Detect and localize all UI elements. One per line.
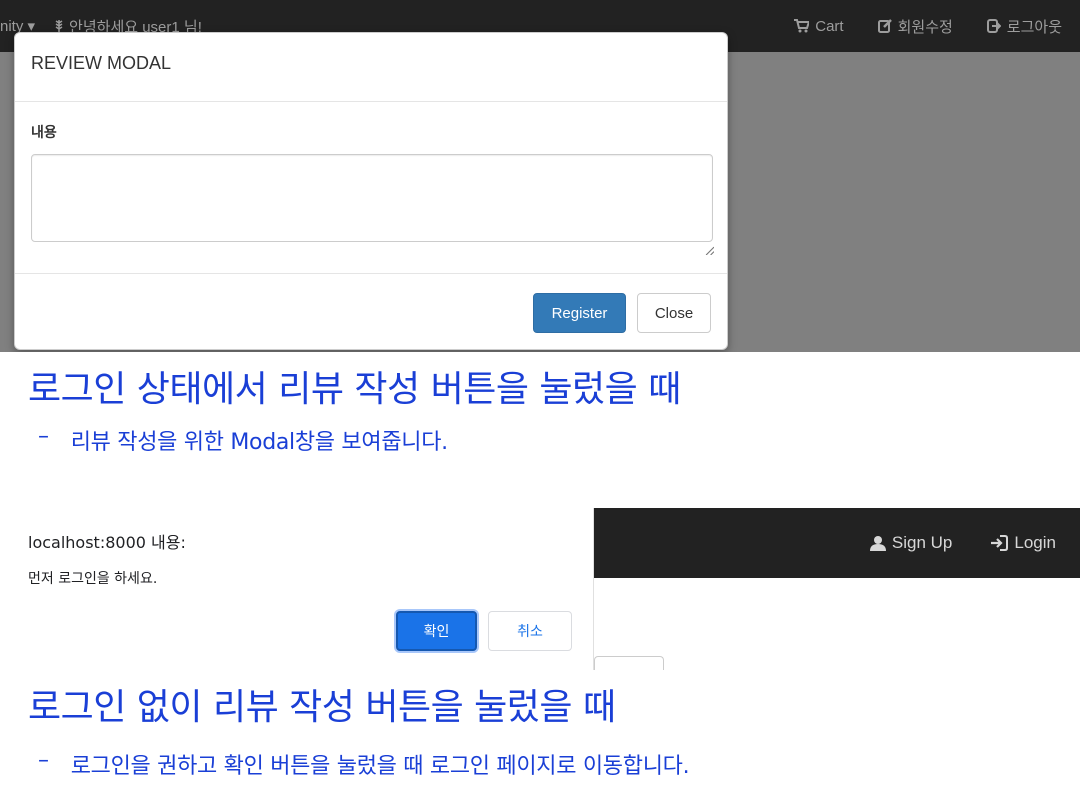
modal-header: REVIEW MODAL <box>15 33 727 102</box>
grain-icon <box>55 20 63 32</box>
nav-cart-label: Cart <box>815 17 844 35</box>
modal-title: REVIEW MODAL <box>31 53 172 73</box>
logged-in-review-screenshot: nity ▾ 안녕하세요 user1 님! Cart 회원수정 로그아웃 REV… <box>0 0 1080 352</box>
caption2-bullet: – <box>38 748 49 773</box>
user-icon <box>869 536 886 551</box>
nav-logout-label: 로그아웃 <box>1006 18 1062 36</box>
confirm-cancel-button[interactable]: 취소 <box>488 611 572 651</box>
review-content-textarea[interactable] <box>31 154 713 242</box>
nav-cart[interactable]: Cart <box>794 17 844 35</box>
review-modal: REVIEW MODAL 내용 Register Close <box>14 32 728 350</box>
content-label: 내용 <box>31 125 57 141</box>
caption2-description: – 로그인을 권하고 확인 버튼을 눌렀을 때 로그인 페이지로 이동합니다. <box>38 748 690 780</box>
nav-logout[interactable]: 로그아웃 <box>986 16 1062 37</box>
nav-login[interactable]: Login <box>990 533 1056 553</box>
dialog-message: 먼저 로그인을 하세요. <box>28 571 158 587</box>
edit-icon <box>877 19 892 33</box>
dialog-origin: localhost:8000 내용: <box>28 533 186 552</box>
nav-signup[interactable]: Sign Up <box>869 533 953 553</box>
nav-login-label: Login <box>1014 533 1056 552</box>
browser-confirm-dialog: localhost:8000 내용: 먼저 로그인을 하세요. 확인 취소 <box>0 508 594 670</box>
top-navbar: Sign Up Login <box>594 508 1080 578</box>
nav-edit-member-label: 회원수정 <box>897 18 953 36</box>
resize-handle-icon[interactable] <box>705 246 714 255</box>
navbar-right: Cart 회원수정 로그아웃 <box>794 0 1062 52</box>
caption2-title: 로그인 없이 리뷰 작성 버튼을 눌렀을 때 <box>28 687 616 728</box>
cart-icon <box>794 19 810 33</box>
register-button[interactable]: Register <box>533 293 626 333</box>
confirm-ok-button[interactable]: 확인 <box>396 611 477 651</box>
logout-icon <box>986 19 1001 33</box>
login-icon <box>991 535 1009 551</box>
nav-edit-member[interactable]: 회원수정 <box>877 16 953 37</box>
navbar-right: Sign Up Login <box>869 508 1056 578</box>
nav-signup-label: Sign Up <box>891 533 953 552</box>
caption2-text: 로그인을 권하고 확인 버튼을 눌렀을 때 로그인 페이지로 이동합니다. <box>70 754 690 779</box>
close-button[interactable]: Close <box>637 293 711 333</box>
modal-footer: Register Close <box>15 274 727 351</box>
logged-out-review-screenshot: Sign Up Login localhost:8000 내용: 먼저 로그인을… <box>0 508 1080 670</box>
page-input-edge <box>594 656 664 670</box>
caption1-bullet: – <box>38 424 49 449</box>
modal-body: 내용 <box>15 102 727 274</box>
caption1-text: 리뷰 작성을 위한 Modal창을 보여줍니다. <box>70 430 448 455</box>
caption1-description: – 리뷰 작성을 위한 Modal창을 보여줍니다. <box>38 424 448 456</box>
caption1-title: 로그인 상태에서 리뷰 작성 버튼을 눌렀을 때 <box>28 369 681 410</box>
